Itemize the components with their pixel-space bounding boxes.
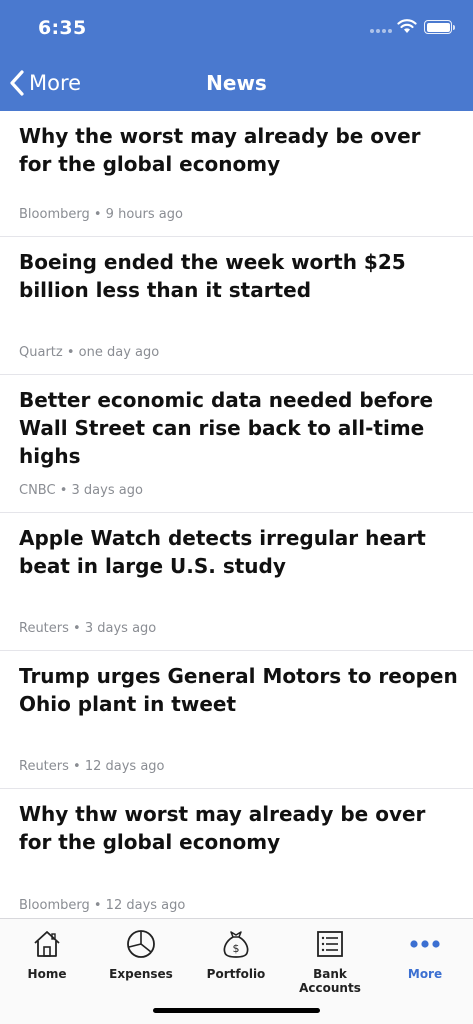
news-meta: Bloomberg • 9 hours ago <box>19 207 183 222</box>
news-item[interactable]: Boeing ended the week worth $25 billion … <box>0 237 473 375</box>
list-icon <box>317 931 343 957</box>
news-headline: Why thw worst may already be over for th… <box>19 802 426 854</box>
tab-portfolio[interactable]: $ Portfolio <box>189 927 283 987</box>
tab-label: Bank Accounts <box>299 967 361 995</box>
svg-text:$: $ <box>233 942 240 955</box>
news-time: one day ago <box>78 345 160 360</box>
tab-expenses[interactable]: Expenses <box>94 927 188 987</box>
news-item[interactable]: Why thw worst may already be over for th… <box>0 789 473 927</box>
news-source: CNBC <box>19 483 56 498</box>
more-dots-icon <box>410 940 440 948</box>
news-meta: Reuters • 3 days ago <box>19 621 157 636</box>
news-source: Bloomberg <box>19 898 90 913</box>
news-source: Reuters <box>19 759 69 774</box>
tab-label: More <box>407 967 443 981</box>
wifi-icon <box>397 19 417 33</box>
news-time: 9 hours ago <box>105 207 183 222</box>
navigation-header: 6:35 More News <box>0 0 473 111</box>
news-time: 12 days ago <box>84 759 165 774</box>
money-bag-icon: $ <box>223 931 249 958</box>
news-headline: Trump urges General Motors to reopen Ohi… <box>19 664 458 716</box>
tab-more[interactable]: More <box>378 927 472 987</box>
news-item[interactable]: Apple Watch detects irregular heart beat… <box>0 513 473 651</box>
battery-icon <box>424 20 455 34</box>
news-meta: Reuters • 12 days ago <box>19 759 165 774</box>
news-list: Why the worst may already be over for th… <box>0 111 473 927</box>
status-time: 6:35 <box>38 17 87 39</box>
news-source: Bloomberg <box>19 207 90 222</box>
news-headline: Why the worst may already be over for th… <box>19 124 421 176</box>
news-meta: CNBC • 3 days ago <box>19 483 143 498</box>
tab-label: Home <box>27 967 67 981</box>
tab-label: Expenses <box>109 967 173 981</box>
news-headline: Apple Watch detects irregular heart beat… <box>19 526 426 578</box>
news-meta: Bloomberg • 12 days ago <box>19 898 186 913</box>
page-title: News <box>206 71 267 95</box>
cellular-signal-icon <box>370 29 392 33</box>
home-icon <box>34 931 60 957</box>
news-item[interactable]: Better economic data needed before Wall … <box>0 375 473 513</box>
news-headline: Better economic data needed before Wall … <box>19 388 434 468</box>
news-time: 12 days ago <box>105 898 186 913</box>
tab-bank-accounts[interactable]: Bank Accounts <box>283 927 377 995</box>
news-headline: Boeing ended the week worth $25 billion … <box>19 250 406 302</box>
news-time: 3 days ago <box>84 621 157 636</box>
news-meta: Quartz • one day ago <box>19 345 160 360</box>
news-source: Reuters <box>19 621 69 636</box>
tab-label: Portfolio <box>206 967 266 981</box>
news-source: Quartz <box>19 345 63 360</box>
tab-home[interactable]: Home <box>0 927 94 987</box>
news-item[interactable]: Why the worst may already be over for th… <box>0 111 473 237</box>
news-item[interactable]: Trump urges General Motors to reopen Ohi… <box>0 651 473 789</box>
home-indicator <box>153 1008 320 1013</box>
news-time: 3 days ago <box>71 483 143 498</box>
pie-chart-icon <box>127 930 155 958</box>
